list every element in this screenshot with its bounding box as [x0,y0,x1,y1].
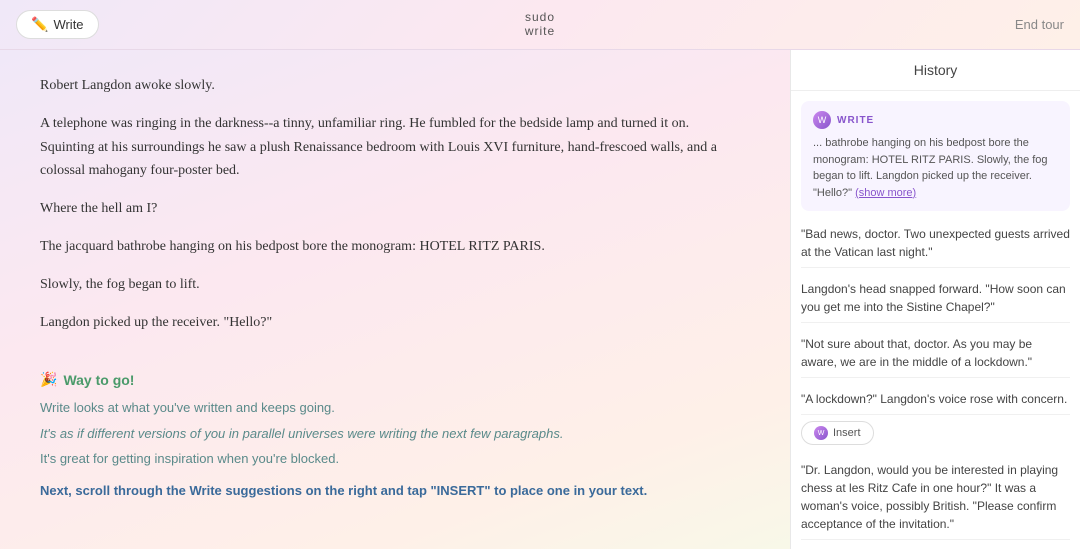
history-header: History [791,50,1080,91]
story-text: Robert Langdon awoke slowly. A telephone… [40,74,720,334]
history-content[interactable]: W WRITE ... bathrobe hanging on his bedp… [791,91,1080,549]
write-badge: WRITE [837,115,874,126]
tour-desc-1: Write looks at what you've written and k… [40,398,750,418]
show-more-link[interactable]: (show more) [855,187,916,199]
write-entry: W WRITE ... bathrobe hanging on his bedp… [801,101,1070,211]
write-entry-header: W WRITE [813,111,1058,129]
app-logo: sudo write [525,11,555,37]
left-panel: Robert Langdon awoke slowly. A telephone… [0,50,790,549]
write-button[interactable]: ✏️ Write [16,10,99,39]
pen-icon: ✏️ [31,16,48,33]
insert-label-1: Insert [833,427,861,439]
history-title: History [914,62,958,78]
logo-line1: sudo [525,11,555,24]
story-paragraph-2: A telephone was ringing in the darkness-… [40,112,720,183]
story-paragraph-1: Robert Langdon awoke slowly. [40,74,720,98]
tour-cta: Next, scroll through the Write suggestio… [40,481,750,501]
text-entry-5: "Dr. Langdon, would you be interested in… [801,455,1070,540]
write-circle-icon: W [813,111,831,129]
write-button-label: Write [53,17,83,32]
tour-desc-3: It's great for getting inspiration when … [40,449,750,469]
text-entry-4: "A lockdown?" Langdon's voice rose with … [801,384,1070,415]
tour-desc-2: It's as if different versions of you in … [40,424,750,444]
header: ✏️ Write sudo write End tour [0,0,1080,50]
write-entry-text: ... bathrobe hanging on his bedpost bore… [813,135,1058,201]
insert-circle-icon-1: W [814,426,828,440]
story-paragraph-3: Where the hell am I? [40,197,720,221]
text-entry-2: Langdon's head snapped forward. "How soo… [801,274,1070,323]
story-paragraph-6: Langdon picked up the receiver. "Hello?" [40,311,720,335]
party-icon: 🎉 [40,371,57,388]
insert-button-1[interactable]: W Insert [801,421,874,445]
logo-line2: write [525,25,555,38]
text-entry-1: "Bad news, doctor. Two unexpected guests… [801,219,1070,268]
tour-title: 🎉 Way to go! [40,371,750,388]
end-tour-button[interactable]: End tour [1015,17,1064,32]
divider [40,352,750,353]
right-panel: History W WRITE ... bathrobe hanging on … [790,50,1080,549]
main-container: Robert Langdon awoke slowly. A telephone… [0,50,1080,549]
story-paragraph-5: Slowly, the fog began to lift. [40,273,720,297]
story-paragraph-4: The jacquard bathrobe hanging on his bed… [40,235,720,259]
tour-section: 🎉 Way to go! Write looks at what you've … [40,371,750,500]
tour-title-text: Way to go! [63,372,134,388]
text-entry-3: "Not sure about that, doctor. As you may… [801,329,1070,378]
